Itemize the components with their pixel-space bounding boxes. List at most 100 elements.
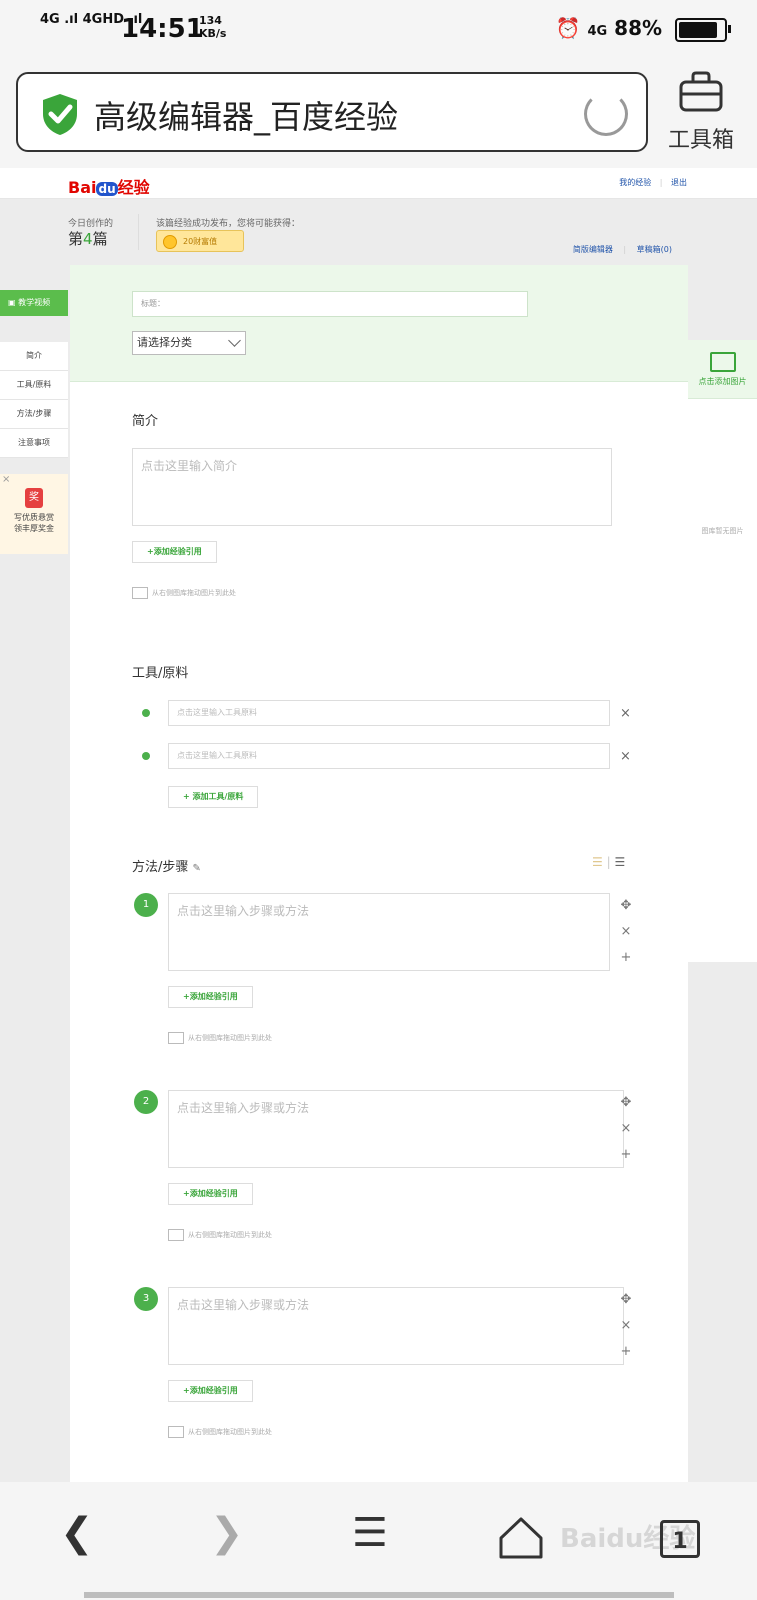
add-image-button[interactable]: 点击添加图片 <box>688 340 757 399</box>
drag-hint: 从右侧图库拖动图片到此处 <box>132 587 236 599</box>
title-input[interactable]: 标题： <box>132 291 528 317</box>
logout-link[interactable]: 退出 <box>671 178 687 187</box>
list-view-toggle[interactable]: ☰ | ☰ <box>592 855 625 869</box>
browser-toolbar: 高级编辑器_百度经验 工具箱 <box>0 60 757 168</box>
add-reference-button[interactable]: +添加经验引用 <box>168 1380 253 1402</box>
web-page: Bai du 经验 我的经验 | 退出 今日创作的 第4篇 该篇经验成功发布，您将可… <box>0 168 757 1482</box>
speed-unit: KB/s <box>199 27 227 40</box>
toolbox-icon <box>679 71 723 112</box>
add-icon[interactable]: + <box>618 1339 634 1365</box>
browser-nav-bar: ❮ ❯ ☰ Baidu经验 1 <box>0 1482 757 1600</box>
network-type: 4G <box>587 24 608 39</box>
step-actions: ✥ × + <box>618 1090 634 1168</box>
editor-content: 标题： 请选择分类 简介 点击这里输入简介 +添加经验引用 从右侧图库拖动图片到… <box>70 265 688 1482</box>
article-count: 第4篇 <box>68 230 108 248</box>
bullet-dot <box>142 709 150 717</box>
shield-check-icon <box>43 94 77 135</box>
drag-hint: 从右侧图库拖动图片到此处 <box>168 1032 272 1044</box>
add-icon[interactable]: + <box>618 945 634 971</box>
toolbox-button[interactable]: 工具箱 <box>656 70 746 154</box>
clock: 14:51 <box>121 14 204 44</box>
publish-note: 该篇经验成功发布，您将可能获得： <box>156 219 301 229</box>
gesture-bar <box>84 1592 674 1598</box>
step-textarea[interactable]: 点击这里输入步骤或方法 <box>168 1287 624 1365</box>
step-actions: ✥ × + <box>618 893 634 971</box>
address-bar[interactable]: 高级编辑器_百度经验 <box>16 72 648 152</box>
toolbox-label: 工具箱 <box>667 128 734 153</box>
steps-heading: 方法/步骤 ✎ <box>132 860 201 875</box>
home-icon[interactable] <box>498 1516 544 1560</box>
image-icon <box>168 1032 184 1044</box>
tools-heading: 工具/原料 <box>132 666 189 681</box>
section-nav: 简介 工具/原料 方法/步骤 注意事项 <box>0 342 68 458</box>
remove-icon[interactable]: × <box>620 706 631 721</box>
nav-tools[interactable]: 工具/原料 <box>0 371 68 400</box>
video-tutorial-tab[interactable]: ▣ 教学视频 <box>0 290 68 316</box>
remove-icon[interactable]: × <box>618 919 634 945</box>
menu-icon[interactable]: ☰ <box>352 1510 388 1556</box>
tool-input[interactable]: 点击这里输入工具原料 <box>168 743 610 769</box>
editor-links: 简版编辑器 | 草稿箱(0) <box>572 245 672 254</box>
baidu-header: Bai du 经验 我的经验 | 退出 <box>0 168 757 199</box>
image-gallery-panel: 点击添加图片 图库暂无图片 <box>688 340 757 962</box>
battery-percent: 88% <box>614 16 663 40</box>
tool-input[interactable]: 点击这里输入工具原料 <box>168 700 610 726</box>
add-icon[interactable]: + <box>618 1142 634 1168</box>
alarm-icon: ⏰ <box>555 16 581 40</box>
step-number: 1 <box>134 893 158 917</box>
numbered-list-icon: ☰ <box>592 855 603 869</box>
step-number: 3 <box>134 1287 158 1311</box>
divider <box>138 214 139 250</box>
page-title: 高级编辑器_百度经验 <box>94 98 399 136</box>
image-icon <box>168 1229 184 1241</box>
back-icon[interactable]: ❮ <box>60 1510 94 1556</box>
image-icon <box>168 1426 184 1438</box>
category-select[interactable]: 请选择分类 <box>132 331 246 355</box>
drag-hint: 从右侧图库拖动图片到此处 <box>168 1426 272 1438</box>
remove-icon[interactable]: × <box>620 749 631 764</box>
coin-badge: 20财富值 <box>156 230 244 252</box>
move-icon[interactable]: ✥ <box>618 893 634 919</box>
add-tool-button[interactable]: + 添加工具/原料 <box>168 786 259 808</box>
simple-editor-link[interactable]: 简版编辑器 <box>573 245 613 254</box>
status-right: ⏰ 4G 88% <box>555 16 731 42</box>
nav-intro[interactable]: 简介 <box>0 342 68 371</box>
intro-heading: 简介 <box>132 414 159 429</box>
step-actions: ✥ × + <box>618 1287 634 1365</box>
add-reference-button[interactable]: +添加经验引用 <box>132 541 217 563</box>
drag-hint: 从右侧图库拖动图片到此处 <box>168 1229 272 1241</box>
reward-badge-icon: 奖 <box>25 488 43 508</box>
my-jingyan-link[interactable]: 我的经验 <box>619 178 651 187</box>
forward-icon[interactable]: ❯ <box>210 1510 244 1556</box>
image-icon <box>132 587 148 599</box>
close-icon[interactable]: × <box>2 474 10 485</box>
edit-icon[interactable]: ✎ <box>193 863 201 874</box>
user-links: 我的经验 | 退出 <box>619 178 687 187</box>
remove-icon[interactable]: × <box>618 1116 634 1142</box>
reload-icon[interactable] <box>584 92 628 136</box>
nav-notes[interactable]: 注意事项 <box>0 429 68 458</box>
move-icon[interactable]: ✥ <box>618 1287 634 1313</box>
left-sidebar: ▣ 教学视频 简介 工具/原料 方法/步骤 注意事项 <box>0 290 68 458</box>
drafts-link[interactable]: 草稿箱(0) <box>637 245 672 254</box>
tab-count[interactable]: 1 <box>660 1520 700 1558</box>
step-textarea[interactable]: 点击这里输入步骤或方法 <box>168 893 610 971</box>
battery-icon <box>675 17 731 42</box>
move-icon[interactable]: ✥ <box>618 1090 634 1116</box>
reward-promo[interactable]: × 奖 写优质悬赏 领丰厚奖金 <box>0 474 68 554</box>
add-reference-button[interactable]: +添加经验引用 <box>168 1183 253 1205</box>
bullet-list-icon: ☰ <box>614 855 626 869</box>
speed-value: 134 <box>199 14 222 27</box>
bullet-dot <box>142 752 150 760</box>
step-textarea[interactable]: 点击这里输入步骤或方法 <box>168 1090 624 1168</box>
network-speed: 134 KB/s <box>199 14 226 40</box>
status-bar: 4G .ıl 4GHD .ıl 14:51 134 KB/s ⏰ 4G 88% <box>0 0 757 60</box>
intro-textarea[interactable]: 点击这里输入简介 <box>132 448 612 526</box>
step-number: 2 <box>134 1090 158 1114</box>
nav-steps[interactable]: 方法/步骤 <box>0 400 68 429</box>
baidu-jingyan-logo[interactable]: Bai du 经验 <box>68 174 150 198</box>
add-image-icon <box>709 352 736 372</box>
remove-icon[interactable]: × <box>618 1313 634 1339</box>
add-reference-button[interactable]: +添加经验引用 <box>168 986 253 1008</box>
title-area: 标题： 请选择分类 <box>70 265 688 382</box>
